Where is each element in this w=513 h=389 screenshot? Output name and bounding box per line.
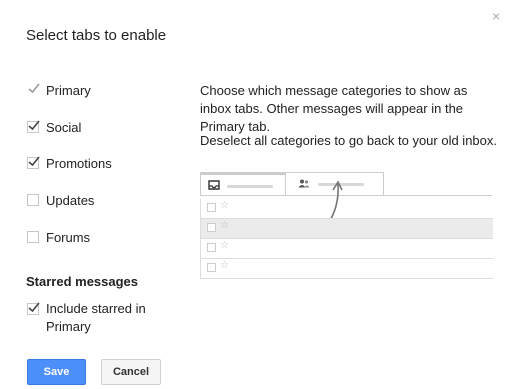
category-updates[interactable]: Updates <box>27 190 94 210</box>
dialog-title: Select tabs to enable <box>26 27 167 44</box>
category-label[interactable]: Social <box>46 120 81 135</box>
checkbox-include-starred[interactable] <box>27 302 40 315</box>
inbox-tabs-illustration: ☆ ☆ ☆ ☆ <box>200 172 493 292</box>
star-icon: ☆ <box>220 200 229 211</box>
star-icon: ☆ <box>220 260 229 271</box>
starred-section-title: Starred messages <box>26 274 139 289</box>
star-icon: ☆ <box>220 220 229 231</box>
row-checkbox-icon <box>207 263 216 272</box>
star-icon: ☆ <box>220 240 229 251</box>
illustration-message-list: ☆ ☆ ☆ ☆ <box>200 199 493 279</box>
row-checkbox-icon <box>207 203 216 212</box>
checkbox-updates[interactable] <box>27 194 39 206</box>
close-icon[interactable]: × <box>492 9 500 23</box>
category-primary: Primary <box>27 80 91 100</box>
list-item: ☆ <box>201 219 493 239</box>
row-checkbox-icon <box>207 243 216 252</box>
category-forums[interactable]: Forums <box>27 227 90 247</box>
checkbox-promotions[interactable] <box>27 156 40 169</box>
checkbox-forums[interactable] <box>27 231 39 243</box>
description-text: Choose which message categories to show … <box>200 83 468 134</box>
save-button[interactable]: Save <box>27 359 86 385</box>
row-checkbox-icon <box>207 223 216 232</box>
include-starred-option[interactable]: Include starred in Primary <box>27 300 146 336</box>
tab-placeholder-line <box>227 185 273 188</box>
category-label[interactable]: Updates <box>46 193 94 208</box>
inbox-icon <box>208 180 220 190</box>
category-social[interactable]: Social <box>27 117 81 137</box>
category-label: Primary <box>46 82 91 98</box>
list-item: ☆ <box>201 259 493 279</box>
category-label[interactable]: Forums <box>46 230 90 245</box>
include-starred-line1: Include starred in <box>46 301 146 316</box>
checkbox-social[interactable] <box>27 120 40 133</box>
category-label[interactable]: Promotions <box>46 156 112 171</box>
list-item: ☆ <box>201 199 493 219</box>
checkmark-icon <box>27 83 40 96</box>
include-starred-line2: Primary <box>46 319 91 334</box>
illustration-tab-primary <box>200 172 286 196</box>
tab-settings-dialog: Select tabs to enable × Primary Social P… <box>0 0 513 389</box>
description-text-2: Deselect all categories to go back to yo… <box>200 133 498 148</box>
list-item: ☆ <box>201 239 493 259</box>
include-starred-label[interactable]: Include starred in Primary <box>46 300 146 336</box>
category-promotions[interactable]: Promotions <box>27 153 112 173</box>
cancel-button[interactable]: Cancel <box>101 359 161 385</box>
